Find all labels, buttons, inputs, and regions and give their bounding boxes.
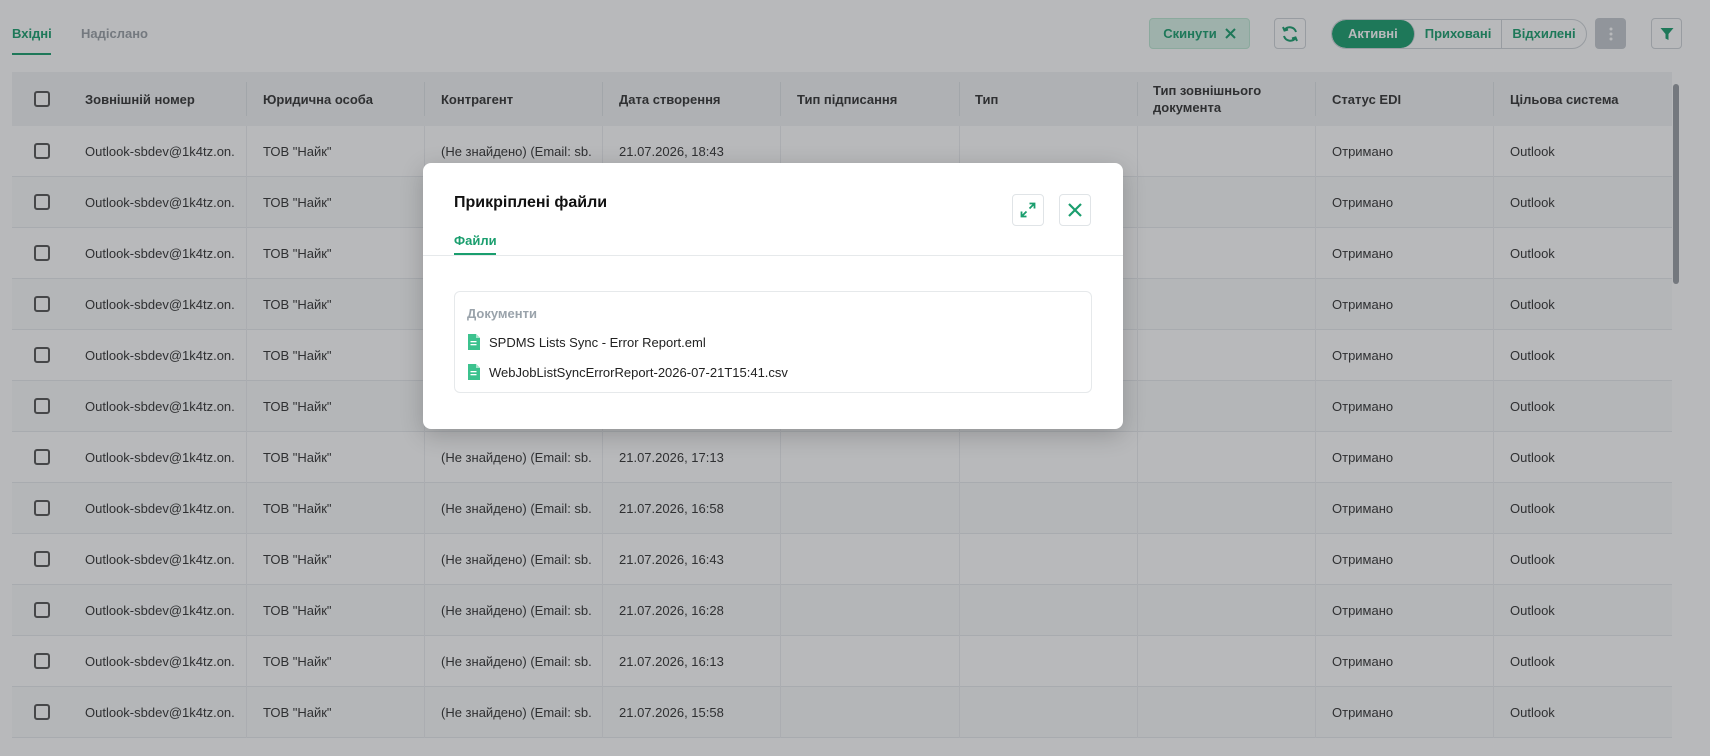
close-dialog-button[interactable] [1059, 194, 1091, 226]
expand-button[interactable] [1012, 194, 1044, 226]
close-icon [1068, 203, 1082, 217]
tab-files[interactable]: Файли [454, 233, 497, 248]
document-icon [468, 364, 480, 380]
file-name: WebJobListSyncErrorReport-2026-07-21T15:… [489, 364, 788, 380]
documents-section: Документи SPDMS Lists Sync - Error Repor… [454, 291, 1092, 393]
document-icon [468, 334, 480, 350]
file-name: SPDMS Lists Sync - Error Report.eml [489, 334, 706, 350]
attached-files-dialog: Прикріплені файли Файли Документи SPDMS … [423, 163, 1123, 429]
file-link[interactable]: SPDMS Lists Sync - Error Report.eml [467, 332, 706, 352]
file-link[interactable]: WebJobListSyncErrorReport-2026-07-21T15:… [467, 362, 788, 382]
section-heading: Документи [467, 306, 537, 321]
divider [423, 255, 1123, 256]
dialog-title: Прикріплені файли [454, 194, 608, 211]
expand-icon [1020, 202, 1036, 218]
